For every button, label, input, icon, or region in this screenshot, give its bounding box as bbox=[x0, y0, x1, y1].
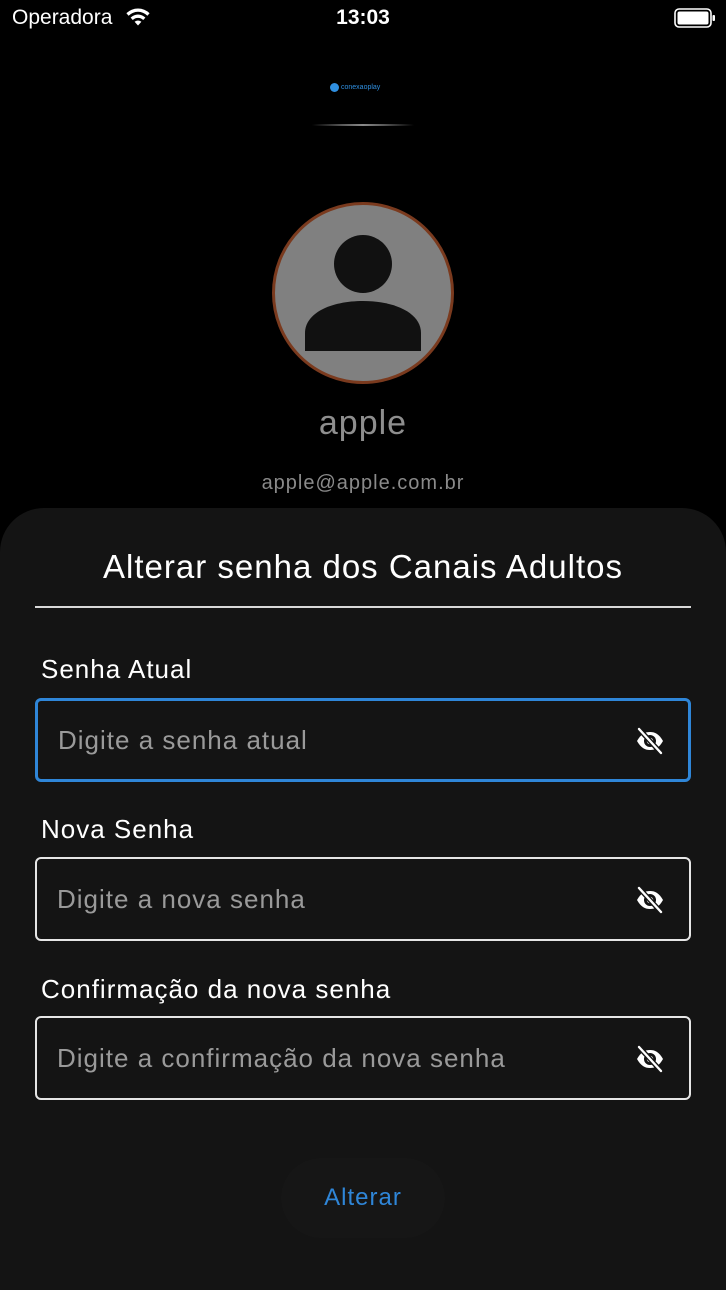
new-password-label: Nova Senha bbox=[41, 814, 195, 844]
logo-divider bbox=[312, 124, 414, 126]
new-password-field bbox=[35, 857, 691, 941]
avatar[interactable] bbox=[272, 202, 454, 384]
eye-off-icon[interactable] bbox=[635, 1044, 665, 1074]
person-icon bbox=[305, 235, 421, 351]
title-divider bbox=[35, 606, 691, 608]
change-password-sheet: Alterar senha dos Canais Adultos Senha A… bbox=[0, 508, 726, 1290]
current-password-input[interactable] bbox=[58, 701, 618, 779]
logo-text: conexaoplay bbox=[341, 83, 381, 91]
status-time: 13:03 bbox=[336, 6, 390, 29]
profile-email: apple@apple.com.br bbox=[261, 472, 465, 494]
confirm-password-input[interactable] bbox=[57, 1018, 617, 1098]
profile-name: apple bbox=[318, 404, 408, 442]
battery-icon bbox=[674, 8, 716, 28]
app-logo: conexaoplay bbox=[330, 78, 396, 96]
sheet-title: Alterar senha dos Canais Adultos bbox=[103, 548, 623, 585]
new-password-input[interactable] bbox=[57, 859, 617, 939]
confirm-password-field bbox=[35, 1016, 691, 1100]
current-password-label: Senha Atual bbox=[41, 654, 193, 684]
eye-off-icon[interactable] bbox=[635, 885, 665, 915]
eye-off-icon[interactable] bbox=[635, 726, 665, 756]
confirm-password-label: Confirmação da nova senha bbox=[41, 974, 392, 1004]
status-bar: Operadora 13:03 bbox=[0, 0, 726, 40]
change-password-button[interactable]: Alterar bbox=[281, 1158, 445, 1238]
current-password-field bbox=[35, 698, 691, 782]
logo-mark-icon bbox=[330, 82, 339, 92]
